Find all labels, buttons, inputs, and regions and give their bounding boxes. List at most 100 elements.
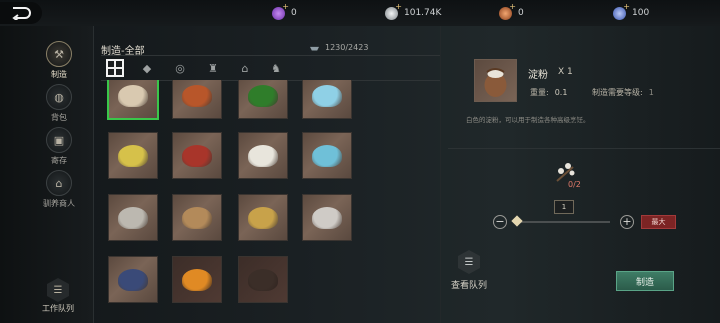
material-count: 0/2 [568,180,581,189]
yellow-powder-icon [118,144,148,167]
item-name: 淀粉 [528,70,548,81]
ice-crystal-icon [312,84,342,107]
queue-list-icon: ☰ [458,250,480,274]
item-slot[interactable] [238,132,288,179]
white-powder-icon [248,144,278,167]
sidebar-item-bag[interactable]: ◍ 背包 [36,84,82,123]
currency-copper-value: 0 [518,8,524,18]
tab-ore[interactable]: ◆ [138,59,156,77]
back-arrow-icon [12,7,31,20]
building-icon: ⌂ [241,61,249,75]
item-quantity: X 1 [558,67,573,77]
anvil-icon: ♞ [271,61,281,75]
currency-silver-value: 101.74K [404,8,442,18]
flour-sack-icon [484,68,507,97]
tab-rope[interactable]: ◎ [171,59,189,77]
tab-all[interactable] [106,59,124,77]
item-slot[interactable] [302,80,352,119]
item-grid [101,80,453,323]
flour-sack-icon [118,84,148,107]
currency-blue[interactable]: + 100 [613,2,650,21]
item-slot[interactable] [238,80,288,119]
tab-building[interactable]: ⌂ [236,59,254,77]
silver-powder-icon [312,206,342,229]
currency-copper[interactable]: + 0 [499,2,524,21]
item-slot[interactable] [108,80,158,119]
gold-ring-icon [248,206,278,229]
back-button[interactable] [0,2,42,24]
item-slot[interactable] [108,132,158,179]
item-slot[interactable] [108,256,158,303]
increase-button[interactable]: + [620,215,634,229]
required-level: 制造需要等级: 1 [592,87,654,98]
red-powder-icon [182,144,212,167]
black-seeds-icon [248,268,278,291]
potion-icon: ♜ [208,61,218,75]
mixed-seeds-icon [182,206,212,229]
material-count-value: 0/2 [568,180,581,189]
work-queue-button[interactable]: ☰ 工作队列 [40,278,76,314]
item-slot[interactable] [172,80,222,119]
merchant-icon: ⌂ [46,170,72,196]
blue-berries-icon [118,268,148,291]
weight-label: 重量: [530,88,549,97]
green-herbs-icon [248,84,278,107]
item-slot[interactable] [238,194,288,241]
tab-potion[interactable]: ♜ [204,59,222,77]
capacity-value: 1230/2423 [325,43,369,52]
view-queue-label: 查看队列 [450,281,487,291]
all-grid-icon [108,61,122,75]
capacity-counter: 1230/2423 [310,43,368,52]
weight-value: 0.1 [554,88,568,97]
item-slot[interactable] [238,256,288,303]
max-button[interactable]: 最大 [641,215,676,229]
quantity-box[interactable]: 1 [554,200,574,214]
gray-powder-icon [118,206,148,229]
sidebar-item-label: 制造 [51,70,67,79]
red-ore-icon [182,84,212,107]
currency-blue-value: 100 [632,8,650,18]
hammer-icon: ⚒ [46,41,72,67]
craft-button[interactable]: 制造 [616,271,674,291]
work-queue-label: 工作队列 [42,304,74,313]
boat-icon [310,46,319,51]
quantity-slider[interactable] [513,221,610,223]
currency-silver[interactable]: + 101.74K [385,2,442,21]
copper-coin-icon: + [499,2,516,20]
silver-coin-icon: + [385,2,402,20]
item-description: 白色的淀粉，可以用于制造各种高级烹饪。 [466,116,590,124]
item-slot[interactable] [108,194,158,241]
selected-item-image [474,59,517,102]
purple-gem-icon: + [272,2,289,20]
item-slot[interactable] [172,132,222,179]
level-label: 制造需要等级: [592,88,643,97]
blue-powder-icon [312,144,342,167]
queue-icon: ☰ [47,278,69,302]
decrease-button[interactable]: − [493,215,507,229]
currency-purple[interactable]: + 0 [272,2,297,21]
item-slot[interactable] [302,194,352,241]
amber-gem-icon [182,268,212,291]
sidebar-item-label: 寄存 [51,156,67,165]
sidebar-divider [93,26,94,323]
item-weight: 重量: 0.1 [530,87,567,98]
rope-icon: ◎ [175,61,185,75]
sidebar-item-label: 背包 [51,113,67,122]
currency-purple-value: 0 [291,8,297,18]
sidebar-item-merchant[interactable]: ⌂ 驯养商人 [36,170,82,209]
item-slot[interactable] [302,132,352,179]
bag-icon: ◍ [46,84,72,110]
tab-anvil[interactable]: ♞ [267,59,285,77]
sidebar-item-storage[interactable]: ▣ 寄存 [36,127,82,166]
sidebar-item-label: 驯养商人 [43,199,75,208]
sidebar-item-craft[interactable]: ⚒ 制造 [36,41,82,80]
item-slot[interactable] [172,194,222,241]
item-slot[interactable] [172,256,222,303]
ore-icon: ◆ [142,61,152,75]
view-queue-button[interactable]: ☰ 查看队列 [448,250,490,291]
blue-gem-icon: + [613,2,630,20]
category-tabs: ◆ ◎ ♜ ⌂ ♞ [101,55,441,81]
top-bar: + 0 + 101.74K + 0 + 100 [0,0,720,26]
detail-divider [448,148,720,149]
level-value: 1 [648,88,654,97]
